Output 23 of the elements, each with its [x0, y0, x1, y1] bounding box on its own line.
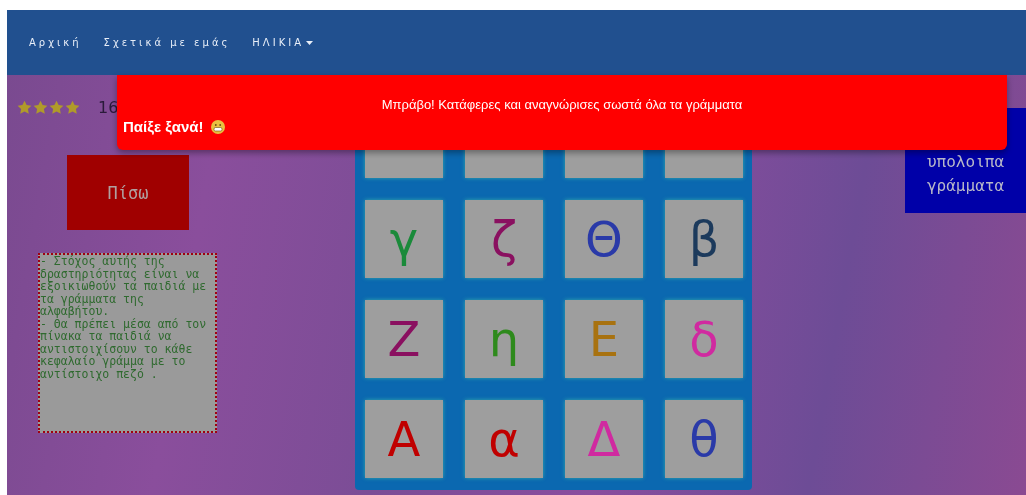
letter-tile[interactable]: δ	[665, 300, 743, 378]
letter-tile[interactable]: θ	[665, 400, 743, 478]
grinning-emoji-icon	[211, 119, 226, 134]
letter-tile[interactable]: β	[665, 200, 743, 278]
letter-tile[interactable]: Ζ	[365, 300, 443, 378]
play-again-link[interactable]: Παίξε ξανά!	[123, 118, 204, 135]
letter-tile[interactable]: Δ	[565, 400, 643, 478]
star-icon	[65, 99, 80, 115]
letter-tile[interactable]: Α	[365, 400, 443, 478]
nav-link[interactable]: Αρχική	[29, 37, 82, 48]
letter-tile[interactable]: Θ	[565, 200, 643, 278]
star-icon	[49, 99, 64, 115]
score-count: 16	[98, 97, 119, 117]
alert-message: Μπράβο! Κατάφερες και αναγνώρισες σωστά όλα τα γράμματα	[380, 97, 744, 112]
star-icon	[33, 99, 48, 115]
nav-link[interactable]: Σχετικά με εμάς	[103, 37, 231, 48]
description-text: - Στόχος αυτής της δραστηριότητας είναι να εξοικιωθούν τα παιδιά με τα γράμματα της αλφαβήτου. - Θα πρέπει μέσα από τον πίνακα τα παιδιά να αντιστοιχίσουν το κάθε κεφαλαίο γράμμα με το αντίστοιχο πεζό .	[38, 253, 217, 433]
caret-icon	[306, 40, 313, 45]
nav-dropdown[interactable]: ΗΛΙΚΙΑ	[252, 37, 313, 48]
star-icon	[17, 99, 32, 115]
letter-tile[interactable]: α	[465, 400, 543, 478]
letter-tile[interactable]: ζ	[465, 200, 543, 278]
back-button[interactable]: Πίσω	[67, 155, 189, 230]
